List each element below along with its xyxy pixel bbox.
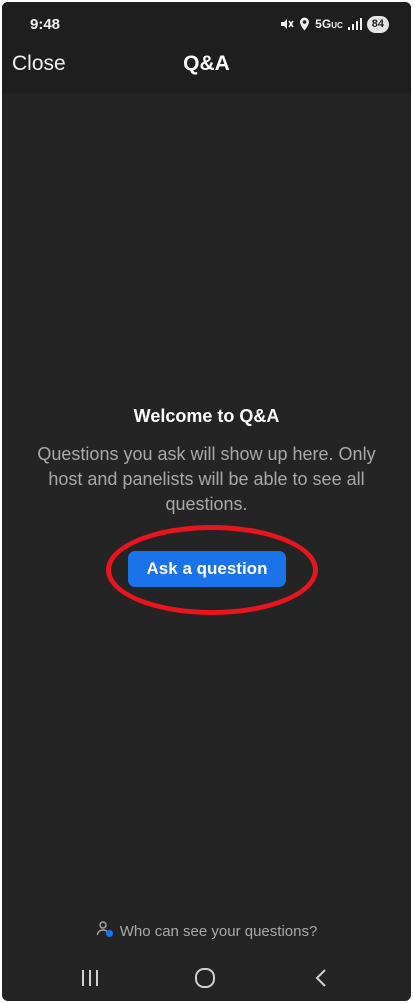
welcome-description: Questions you ask will show up here. Onl… (37, 444, 376, 514)
back-button[interactable] (300, 966, 340, 990)
recents-button[interactable] (70, 966, 110, 990)
ask-question-button[interactable]: Ask a question (128, 551, 286, 587)
page-title: Q&A (183, 52, 230, 75)
network-label: 5GUC (315, 17, 343, 31)
who-can-see-label: Who can see your questions? (119, 922, 318, 940)
status-icons: 5GUC 84 (280, 14, 389, 34)
recents-icon (70, 970, 110, 994)
system-nav-bar (2, 954, 411, 1001)
status-bar: 9:48 5GUC 84 (2, 2, 411, 46)
home-button[interactable] (185, 966, 225, 990)
network-suffix: UC (331, 21, 343, 30)
back-icon (300, 969, 340, 994)
location-icon (299, 17, 310, 31)
person-visibility-icon (96, 920, 114, 942)
who-can-see-link[interactable]: Who can see your questions? (2, 920, 411, 942)
status-time: 9:48 (30, 16, 61, 33)
header-divider (2, 90, 411, 96)
signal-icon (347, 18, 362, 30)
mute-icon (280, 17, 294, 31)
home-icon (185, 968, 225, 994)
header: Close Q&A (2, 46, 411, 90)
welcome-title: Welcome to Q&A (133, 406, 280, 426)
battery-indicator: 84 (366, 15, 389, 33)
app-screen: 9:48 5GUC 84 Close Q&A Welcome to Q&A Qu… (2, 2, 411, 1001)
network-type: 5G (315, 17, 332, 31)
